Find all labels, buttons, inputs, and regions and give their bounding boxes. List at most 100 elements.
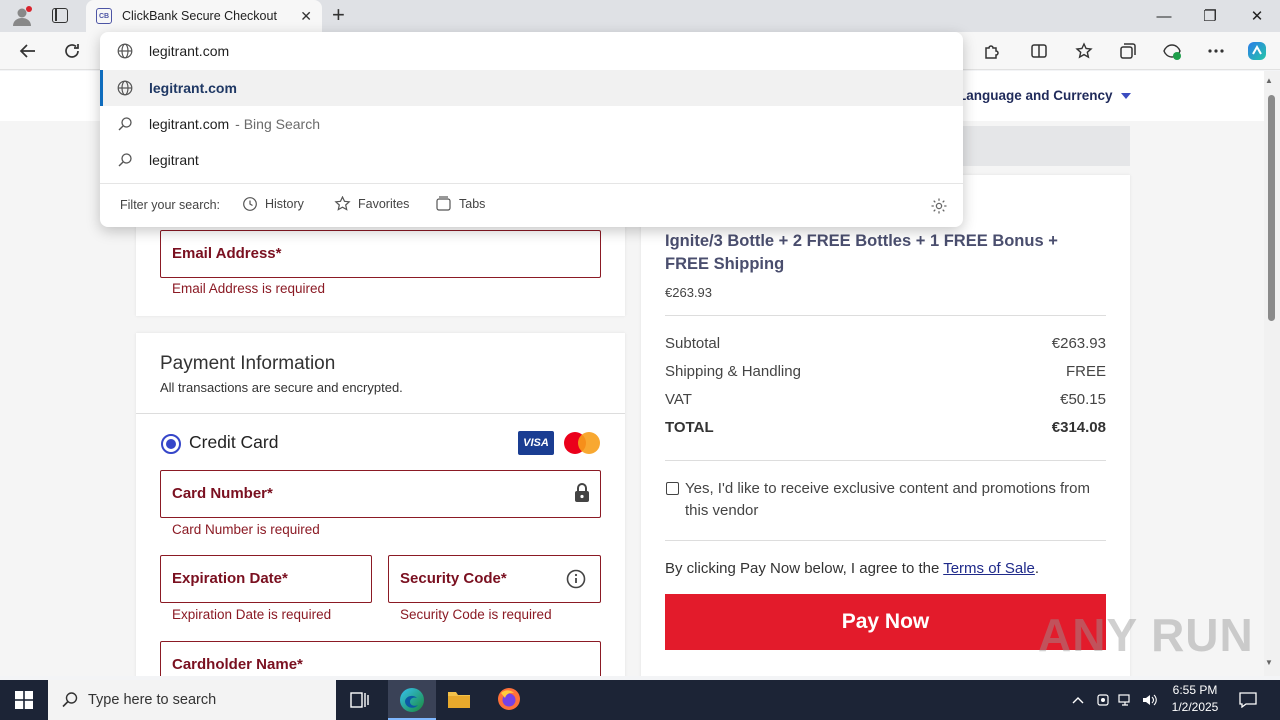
globe-icon [117, 80, 133, 96]
windows-logo-icon [15, 691, 33, 709]
row-value: FREE [1065, 363, 1106, 380]
row-label: VAT [665, 391, 692, 408]
address-input[interactable]: legitrant.com [149, 43, 229, 59]
browser-tab[interactable]: CB ClickBank Secure Checkout ✕ [86, 0, 322, 32]
card-number-field[interactable]: Card Number* [160, 470, 601, 518]
settings-more-icon[interactable] [1205, 40, 1227, 62]
optin-label: Yes, I'd like to receive exclusive conte… [685, 480, 1091, 519]
expiration-date-field[interactable]: Expiration Date* [160, 555, 372, 603]
payment-card: Payment Information All transactions are… [136, 333, 625, 676]
visa-logo-icon: VISA [518, 431, 554, 455]
product-price: €263.93 [665, 285, 712, 300]
taskbar-search[interactable]: Type here to search [48, 680, 336, 720]
tab-title: ClickBank Secure Checkout [122, 9, 277, 23]
address-input-row[interactable]: legitrant.com [100, 33, 963, 69]
card-number-label: Card Number* [172, 485, 273, 502]
shipping-row: Shipping & Handling FREE [665, 363, 1106, 380]
card-number-error: Card Number is required [172, 522, 320, 537]
cardholder-name-label: Cardholder Name* [172, 656, 303, 673]
security-code-field[interactable]: Security Code* [388, 555, 601, 603]
security-code-label: Security Code* [400, 570, 507, 587]
scrollbar-thumb[interactable] [1268, 95, 1275, 321]
tab-actions-icon[interactable] [52, 8, 68, 23]
volume-icon[interactable] [1142, 680, 1158, 720]
agree-prefix: By clicking Pay Now below, I agree to th… [665, 560, 944, 577]
email-field[interactable]: Email Address* [160, 230, 601, 278]
filter-tabs[interactable]: Tabs [435, 196, 485, 212]
network-icon[interactable] [1118, 680, 1134, 720]
row-value: €50.15 [1060, 391, 1106, 408]
suggestion-suffix: - Bing Search [235, 116, 320, 132]
expiration-date-label: Expiration Date* [172, 570, 288, 587]
minimize-button[interactable]: — [1141, 0, 1187, 32]
filter-history[interactable]: History [242, 196, 304, 212]
terms-of-sale-link[interactable]: Terms of Sale [943, 560, 1035, 577]
taskbar-edge-app[interactable] [388, 680, 436, 720]
mastercard-logo-icon [564, 432, 600, 454]
language-currency-selector[interactable]: Language and Currency [958, 88, 1131, 103]
suggestion-item[interactable]: legitrant.com - Bing Search [100, 106, 963, 142]
extensions-icon[interactable] [980, 40, 1002, 62]
scroll-down-arrow-icon[interactable]: ▼ [1265, 658, 1273, 667]
meet-now-icon[interactable] [1096, 680, 1110, 720]
search-settings-gear-icon[interactable] [930, 197, 948, 218]
split-screen-icon[interactable] [1028, 40, 1050, 62]
maximize-button[interactable]: ❐ [1187, 0, 1233, 32]
summary-header-band [940, 126, 1130, 166]
filter-favorites[interactable]: Favorites [334, 196, 409, 212]
filter-label: Filter your search: [120, 198, 221, 212]
search-icon [117, 152, 133, 168]
credit-card-radio[interactable] [161, 434, 181, 454]
collections-icon[interactable] [1117, 40, 1139, 62]
divider [665, 540, 1106, 541]
row-value: €314.08 [1051, 419, 1106, 436]
total-row: TOTAL €314.08 [665, 419, 1106, 436]
tabs-icon [436, 196, 451, 211]
suggestion-text: legitrant.com [149, 80, 237, 96]
new-tab-icon[interactable]: + [332, 4, 345, 26]
email-error: Email Address is required [172, 281, 326, 296]
browser-essentials-icon[interactable] [1161, 40, 1183, 62]
notifications-icon[interactable] [1239, 680, 1257, 720]
refresh-icon[interactable] [61, 40, 83, 62]
copilot-icon[interactable] [1246, 40, 1268, 62]
task-view-icon[interactable] [350, 691, 370, 714]
cardholder-name-field[interactable]: Cardholder Name* [160, 641, 601, 676]
payment-subtitle: All transactions are secure and encrypte… [160, 380, 403, 395]
row-label: TOTAL [665, 419, 714, 436]
divider [665, 315, 1106, 316]
favorites-star-icon[interactable] [1073, 40, 1095, 62]
system-clock[interactable]: 6:55 PM 1/2/2025 [1160, 682, 1230, 716]
optin-checkbox[interactable] [666, 482, 679, 495]
close-window-button[interactable]: ✕ [1234, 0, 1280, 32]
back-arrow-icon[interactable] [17, 40, 39, 62]
suggestion-text: legitrant.com [149, 116, 230, 132]
info-icon[interactable] [566, 569, 586, 594]
tray-chevron-up-icon[interactable] [1072, 680, 1084, 720]
filter-history-label: History [265, 197, 304, 211]
suggestion-item[interactable]: legitrant.com [100, 70, 963, 106]
suggestion-text: legitrant [149, 152, 199, 168]
agree-suffix: . [1034, 560, 1040, 577]
start-button[interactable] [0, 680, 48, 720]
divider [665, 460, 1106, 461]
language-currency-label: Language and Currency [958, 88, 1113, 103]
anyrun-watermark: ANY RUN [1038, 609, 1254, 661]
suggestion-item[interactable]: legitrant [100, 142, 963, 178]
payment-title: Payment Information [160, 353, 336, 374]
tab-close-icon[interactable]: ✕ [300, 8, 312, 25]
email-field-label: Email Address* [172, 245, 282, 262]
firefox-icon[interactable] [497, 687, 521, 716]
scroll-up-arrow-icon[interactable]: ▲ [1265, 76, 1273, 85]
filter-tabs-label: Tabs [459, 197, 486, 211]
vat-row: VAT €50.15 [665, 391, 1106, 408]
row-label: Shipping & Handling [665, 363, 801, 380]
security-code-error: Security Code is required [400, 607, 552, 622]
terms-agreement: By clicking Pay Now below, I agree to th… [665, 560, 1039, 577]
profile-avatar-icon[interactable] [12, 6, 32, 26]
file-explorer-icon[interactable] [447, 688, 471, 715]
history-icon [243, 197, 257, 211]
credit-card-label: Credit Card [189, 432, 279, 452]
edge-icon [400, 688, 424, 712]
subtotal-row: Subtotal €263.93 [665, 335, 1106, 352]
